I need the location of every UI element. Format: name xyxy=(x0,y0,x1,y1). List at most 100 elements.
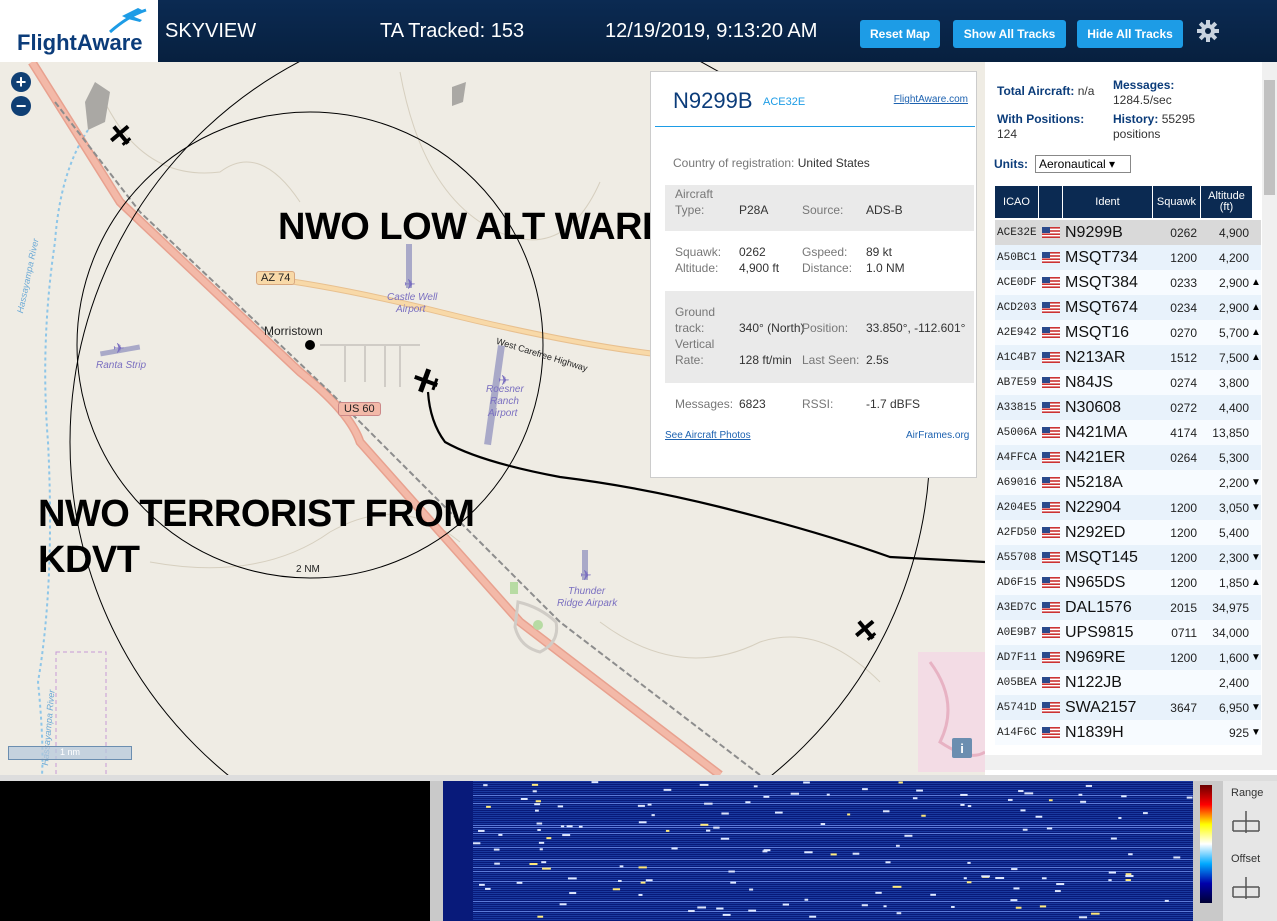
spectrogram-burst xyxy=(537,828,541,831)
spectrogram-line xyxy=(473,817,1193,818)
show-all-tracks-button[interactable]: Show All Tracks xyxy=(953,20,1066,48)
position-label: Position: xyxy=(802,321,849,335)
cell-icao: A5741D xyxy=(997,701,1037,714)
zoom-out-button[interactable]: − xyxy=(11,96,31,116)
spectrogram-burst xyxy=(1056,883,1065,886)
us-flag-icon xyxy=(1042,470,1060,495)
scrollbar-thumb[interactable] xyxy=(1264,80,1275,195)
aircraft-icon[interactable] xyxy=(853,617,879,643)
table-row[interactable]: A55708 MSQT145 1200 2,300 ▼ xyxy=(995,545,1261,570)
spectrogram-burst xyxy=(1080,800,1087,803)
table-row[interactable]: A1C4B7 N213AR 1512 7,500 ▲ xyxy=(995,345,1261,370)
spectrogram-burst xyxy=(1078,793,1083,796)
map-info-button[interactable]: i xyxy=(952,738,972,758)
spectrogram-burst xyxy=(826,793,830,796)
spectrogram-line xyxy=(473,789,1193,790)
spectrogram-burst xyxy=(912,797,918,800)
col-header-flag[interactable] xyxy=(1039,186,1063,218)
climb-arrow: ▲ xyxy=(1251,277,1261,288)
cell-altitude: 7,500 xyxy=(1218,350,1249,365)
spectrogram-line xyxy=(473,883,1193,884)
table-row[interactable]: A14F6C N1839H 925 ▼ xyxy=(995,720,1261,745)
table-row[interactable]: AD7F11 N969RE 1200 1,600 ▼ xyxy=(995,645,1261,670)
table-row[interactable]: A204E5 N22904 1200 3,050 ▼ xyxy=(995,495,1261,520)
us-flag-icon xyxy=(1042,570,1060,595)
col-header-altitude[interactable]: Altitude (ft) xyxy=(1201,186,1253,218)
aircraft-icon[interactable] xyxy=(108,122,134,148)
table-row[interactable]: A0E9B7 UPS9815 0711 34,000 xyxy=(995,620,1261,645)
table-row[interactable]: A4FFCA N421ER 0264 5,300 xyxy=(995,445,1261,470)
cell-icao: ACE0DF xyxy=(997,276,1037,289)
spectrogram-burst xyxy=(578,825,583,828)
table-row[interactable]: A2FD50 N292ED 1200 5,400 xyxy=(995,520,1261,545)
spectrogram-burst xyxy=(483,784,488,787)
spectrogram-burst xyxy=(875,891,882,894)
cell-icao: AD7F11 xyxy=(997,651,1037,664)
flightaware-link[interactable]: FlightAware.com xyxy=(894,94,968,105)
us-flag-icon xyxy=(1042,245,1060,270)
messages-label: Messages: xyxy=(675,397,734,411)
climb-arrow: ▼ xyxy=(1251,702,1261,713)
table-row[interactable]: A5006A N421MA 4174 13,850 xyxy=(995,420,1261,445)
cell-squawk: 1200 xyxy=(1170,525,1197,540)
us-flag-icon xyxy=(1042,345,1060,370)
spectrogram-burst xyxy=(960,793,968,796)
airport-icon: ✈ xyxy=(580,567,592,583)
spectrogram-burst xyxy=(774,811,783,814)
table-row[interactable]: ACD203 MSQT674 0234 2,900 ▲ xyxy=(995,295,1261,320)
spectrogram-burst xyxy=(1048,799,1053,802)
table-row[interactable]: A3ED7C DAL1576 2015 34,975 xyxy=(995,595,1261,620)
spectrogram-burst xyxy=(532,790,537,793)
units-select[interactable]: Aeronautical ▾ xyxy=(1035,155,1131,173)
spectrogram-line xyxy=(473,849,1193,850)
cell-altitude: 3,050 xyxy=(1218,500,1249,515)
spectrogram-burst xyxy=(1015,906,1022,909)
table-row[interactable]: AB7E59 N84JS 0274 3,800 xyxy=(995,370,1261,395)
table-row[interactable]: A05BEA N122JB 2,400 xyxy=(995,670,1261,695)
spectrogram-burst xyxy=(1110,837,1117,840)
flightaware-logo[interactable]: FlightAware xyxy=(0,0,158,62)
road-shield-us60: US 60 xyxy=(338,402,381,416)
table-row[interactable]: A50BC1 MSQT734 1200 4,200 xyxy=(995,245,1261,270)
spectrogram-line xyxy=(473,839,1193,840)
col-header-icao[interactable]: ICAO xyxy=(995,186,1039,218)
spectrogram-line xyxy=(473,907,1193,908)
table-row[interactable]: ACE0DF MSQT384 0233 2,900 ▲ xyxy=(995,270,1261,295)
table-row[interactable]: A33815 N30608 0272 4,400 xyxy=(995,395,1261,420)
table-row[interactable]: A5741D SWA2157 3647 6,950 ▼ xyxy=(995,695,1261,720)
col-header-ident[interactable]: Ident xyxy=(1063,186,1153,218)
airframes-link[interactable]: AirFrames.org xyxy=(906,430,969,441)
table-row[interactable]: A69016 N5218A 2,200 ▼ xyxy=(995,470,1261,495)
reset-map-button[interactable]: Reset Map xyxy=(860,20,940,48)
spectrogram-burst xyxy=(534,803,541,806)
gear-icon[interactable] xyxy=(1196,19,1220,43)
horizontal-scrollbar[interactable] xyxy=(985,755,1277,770)
cell-squawk: 0711 xyxy=(1171,625,1197,640)
spectrogram-burst xyxy=(567,877,577,880)
spectrogram-burst xyxy=(494,862,500,865)
cell-altitude: 3,800 xyxy=(1218,375,1249,390)
table-row[interactable]: ACE32E N9299B 0262 4,900 xyxy=(995,220,1261,245)
cell-ident: DAL1576 xyxy=(1065,598,1132,616)
hide-all-tracks-button[interactable]: Hide All Tracks xyxy=(1077,20,1183,48)
spectrogram-line xyxy=(473,799,1193,800)
table-row[interactable]: AD6F15 N965DS 1200 1,850 ▲ xyxy=(995,570,1261,595)
spectrogram-burst xyxy=(478,829,485,832)
cell-altitude: 5,300 xyxy=(1218,450,1249,465)
selected-aircraft-icon[interactable] xyxy=(412,367,440,395)
range-slider-icon[interactable] xyxy=(1231,807,1261,837)
cell-altitude: 34,975 xyxy=(1212,600,1249,615)
aircraft-photos-link[interactable]: See Aircraft Photos xyxy=(665,430,751,441)
table-row[interactable]: A2E942 MSQT16 0270 5,700 ▲ xyxy=(995,320,1261,345)
spectrogram-line xyxy=(473,895,1193,896)
spectrogram-burst xyxy=(1108,871,1116,874)
offset-slider-icon[interactable] xyxy=(1231,873,1261,903)
zoom-in-button[interactable]: + xyxy=(11,72,31,92)
cell-ident: SWA2157 xyxy=(1065,698,1137,716)
cell-ident: N1839H xyxy=(1065,723,1124,741)
aircraft-list-panel: Total Aircraft: n/a Messages: 1284.5/sec… xyxy=(985,62,1277,775)
col-header-altitude-unit: (ft) xyxy=(1219,201,1234,213)
col-header-squawk[interactable]: Squawk xyxy=(1153,186,1201,218)
history-value: 55295 xyxy=(1161,112,1196,126)
spectrogram-burst xyxy=(763,795,770,798)
